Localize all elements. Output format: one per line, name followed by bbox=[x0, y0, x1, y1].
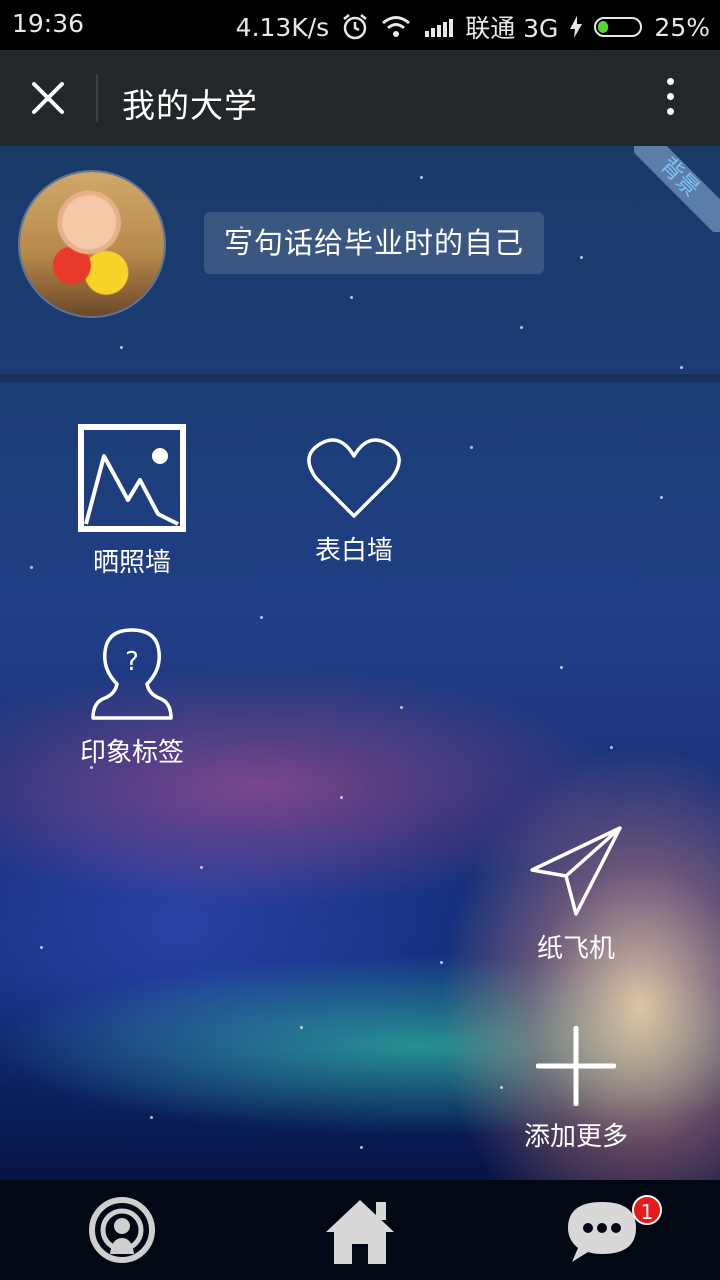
app-label: 晒照墙 bbox=[92, 548, 171, 578]
status-bar: 19:36 4.13K/s 联通 3G 25% bbox=[0, 0, 720, 50]
net-speed: 4.13K/s bbox=[235, 12, 330, 42]
app-impression-tags[interactable]: ? 印象标签 bbox=[42, 626, 222, 769]
alarm-icon bbox=[343, 14, 367, 40]
section-divider bbox=[0, 374, 720, 382]
status-right: 4.13K/s 联通 3G 25% bbox=[224, 9, 710, 45]
broadcast-icon[interactable] bbox=[82, 1196, 162, 1266]
bottom-bar bbox=[0, 1180, 720, 1280]
close-icon[interactable] bbox=[22, 72, 74, 124]
app-confession-wall[interactable]: 表白墙 bbox=[264, 436, 444, 567]
battery-icon bbox=[594, 17, 643, 37]
app-photo-wall[interactable]: 晒照墙 bbox=[42, 424, 222, 579]
chat-icon[interactable] bbox=[562, 1196, 642, 1266]
page-title: 我的大学 bbox=[122, 86, 258, 125]
change-background-ribbon[interactable]: 背景 bbox=[634, 146, 720, 232]
paper-plane-icon bbox=[530, 826, 622, 916]
app-label: 添加更多 bbox=[523, 1122, 628, 1152]
photo-icon bbox=[78, 424, 186, 532]
charging-icon bbox=[570, 16, 583, 38]
carrier: 联通 3G bbox=[465, 14, 559, 43]
wifi-icon bbox=[382, 16, 411, 37]
plus-icon bbox=[536, 1026, 616, 1106]
signal-icon bbox=[423, 17, 454, 37]
app-label: 表白墙 bbox=[314, 536, 393, 566]
corner-ribbon-label[interactable]: 背景 bbox=[634, 146, 720, 232]
avatar[interactable] bbox=[20, 172, 164, 316]
person-question-icon: ? bbox=[91, 628, 173, 720]
app-label: 纸飞机 bbox=[536, 934, 615, 964]
battery-percent: 25% bbox=[654, 12, 710, 42]
motto-button[interactable]: 写句话给毕业时的自己 bbox=[204, 212, 544, 274]
app-add-more[interactable]: 添加更多 bbox=[486, 1026, 666, 1153]
title-divider bbox=[96, 74, 98, 122]
more-vertical-icon[interactable] bbox=[664, 78, 676, 122]
status-time: 19:36 bbox=[12, 9, 85, 38]
svg-text:?: ? bbox=[125, 647, 139, 677]
heart-icon bbox=[307, 438, 401, 518]
app-label: 印象标签 bbox=[79, 738, 184, 768]
chat-badge: 1 bbox=[632, 1195, 662, 1225]
app-paper-plane[interactable]: 纸飞机 bbox=[486, 824, 666, 965]
title-bar: 我的大学 bbox=[0, 50, 720, 146]
home-icon[interactable] bbox=[320, 1196, 400, 1266]
screen: 19:36 4.13K/s 联通 3G 25% 我的大学 背景 写句话给毕业时的… bbox=[0, 0, 720, 1280]
